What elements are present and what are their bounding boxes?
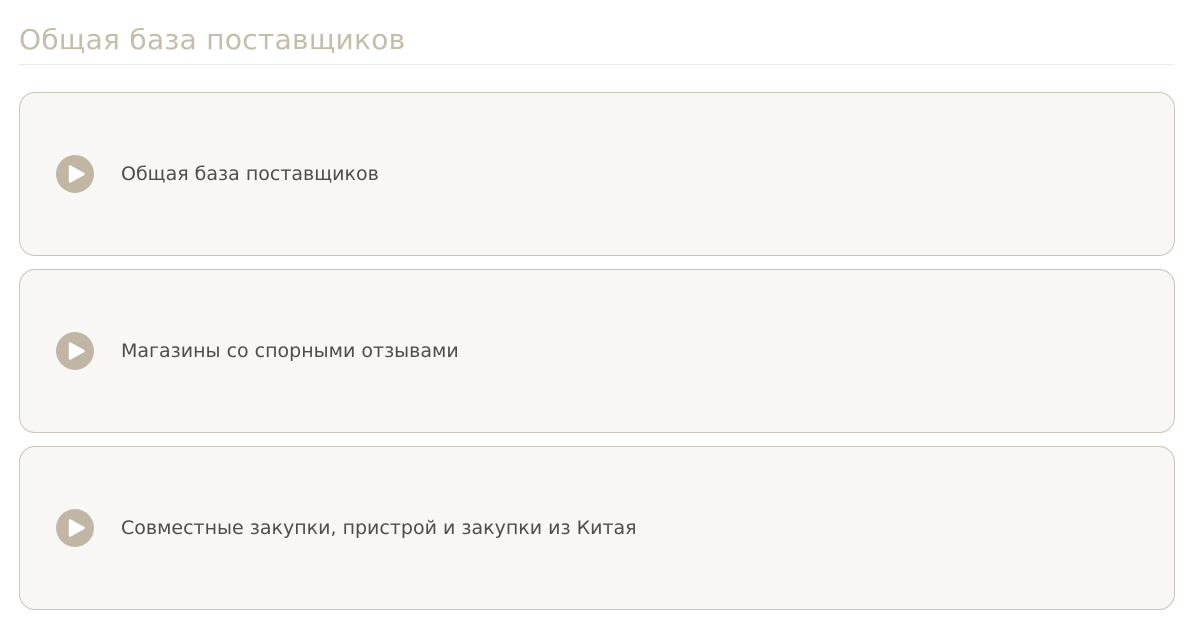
lesson-card-suppliers-base[interactable]: Общая база поставщиков: [19, 92, 1175, 256]
lesson-card-label: Магазины со спорными отзывами: [121, 340, 459, 362]
lesson-card-label: Совместные закупки, пристрой и закупки и…: [121, 517, 637, 539]
lesson-card-joint-purchases[interactable]: Совместные закупки, пристрой и закупки и…: [19, 446, 1175, 610]
page: Общая база поставщиков Общая база постав…: [0, 0, 1200, 639]
lesson-card-disputed-reviews[interactable]: Магазины со спорными отзывами: [19, 269, 1175, 433]
page-header: Общая база поставщиков: [19, 0, 1175, 65]
lesson-card-label: Общая база поставщиков: [121, 163, 379, 185]
play-icon: [56, 155, 94, 193]
page-title: Общая база поставщиков: [19, 23, 406, 56]
play-icon: [56, 332, 94, 370]
lesson-list: Общая база поставщиков Магазины со спорн…: [19, 92, 1175, 623]
play-icon: [56, 509, 94, 547]
